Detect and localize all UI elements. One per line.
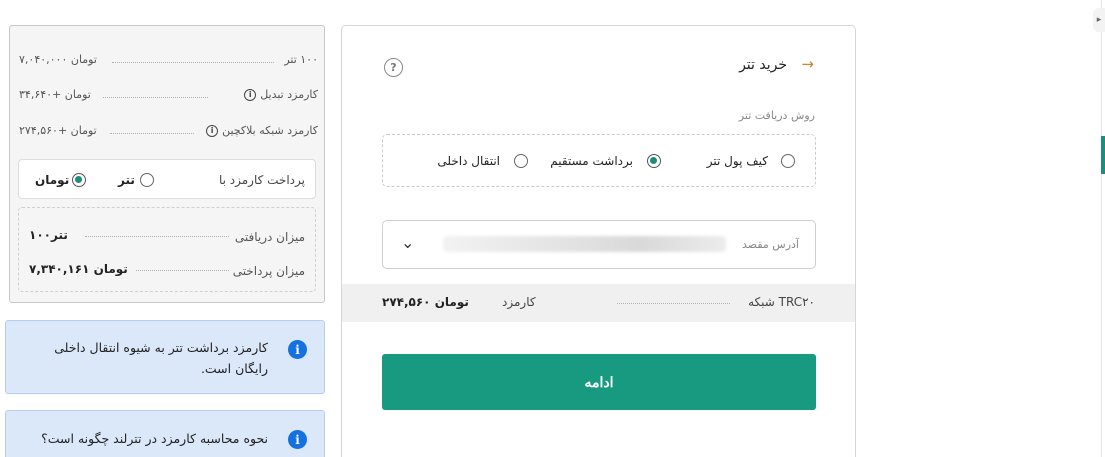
payment-value: ۷,۳۴۰,۱۶۱ تومان	[29, 262, 128, 276]
method-direct-withdraw-label[interactable]: برداشت مستقیم	[550, 154, 633, 168]
method-internal-transfer-label[interactable]: انتقال داخلی	[437, 154, 500, 168]
receive-method-selector: کیف پول تتر برداشت مستقیم انتقال داخلی	[382, 134, 816, 187]
dotted-leader	[136, 270, 229, 271]
payment-label: میزان پرداختی	[232, 264, 305, 278]
dotted-leader	[110, 133, 194, 134]
fee-option-toman-label[interactable]: تومان	[35, 173, 69, 187]
received-label: میزان دریافتی	[234, 230, 305, 244]
summary-row-value: ۳۴,۶۴۰+ تومان	[19, 88, 91, 101]
network-fee-label: کارمزد	[502, 295, 536, 309]
destination-address-select[interactable]: آدرس مقصد ⌄	[382, 220, 816, 269]
fee-option-toman-radio[interactable]	[72, 173, 86, 187]
fee-option-tether-label[interactable]: تتر	[118, 173, 135, 187]
dotted-leader	[103, 97, 208, 98]
summary-row-label-wrap: کارمزد شبکه بلاکچین i	[206, 124, 318, 137]
network-fee-value: ۲۷۴,۵۶۰ تومان	[382, 295, 469, 309]
fee-calculation-info-box[interactable]: i نحوه محاسبه کارمزد در تترلند چگونه است…	[5, 410, 325, 457]
fee-option-tether-radio[interactable]	[140, 173, 154, 187]
method-internal-transfer-radio[interactable]	[514, 154, 528, 168]
chevron-down-icon[interactable]: ⌄	[401, 233, 414, 252]
summary-row-value: ۲۷۴,۵۶۰+ تومان	[19, 124, 97, 137]
summary-row-label-wrap: کارمزد تبدیل i	[244, 88, 318, 101]
summary-row-label: کارمزد شبکه بلاکچین	[222, 124, 318, 137]
summary-row-network-fee: کارمزد شبکه بلاکچین i ۲۷۴,۵۶۰+ تومان	[10, 122, 326, 142]
summary-row-conversion-fee: کارمزد تبدیل i ۳۴,۶۴۰+ تومان	[10, 86, 326, 106]
method-direct-withdraw-radio[interactable]	[647, 154, 661, 168]
free-transfer-info-box: i کارمزد برداشت تتر به شیوه انتقال داخلی…	[5, 320, 325, 394]
active-indicator	[1101, 136, 1105, 174]
fee-payment-selector: پرداخت کارمزد با تتر تومان	[18, 159, 316, 199]
receive-method-title: روش دریافت تتر	[738, 109, 815, 122]
summary-panel: ۱۰۰ تتر ۷,۰۴۰,۰۰۰ تومان کارمزد تبدیل i ۳…	[9, 25, 325, 303]
dotted-leader	[85, 236, 229, 237]
totals-box: میزان دریافتی ۱۰۰تتر میزان پرداختی ۷,۳۴۰…	[18, 207, 316, 292]
info-icon: i	[288, 430, 307, 449]
destination-address-placeholder: آدرس مقصد	[742, 238, 799, 251]
summary-row-value: ۷,۰۴۰,۰۰۰ تومان	[19, 53, 97, 66]
received-value: ۱۰۰تتر	[29, 228, 68, 242]
collapse-chevron-icon[interactable]: ▸	[1093, 8, 1105, 32]
fee-payment-label: پرداخت کارمزد با	[218, 173, 305, 187]
dotted-leader	[112, 62, 274, 63]
method-wallet-label[interactable]: کیف پول تتر	[707, 154, 768, 168]
summary-row-label: ۱۰۰ تتر	[284, 53, 318, 66]
continue-button[interactable]: ادامه	[382, 354, 816, 410]
info-text: کارمزد برداشت تتر به شیوه انتقال داخلی ر…	[54, 340, 268, 376]
info-link-text[interactable]: نحوه محاسبه کارمزد در تترلند چگونه است؟	[28, 428, 268, 449]
dotted-leader	[617, 303, 730, 304]
network-fee-bar: شبکه TRC۲۰ کارمزد ۲۷۴,۵۶۰ تومان	[342, 284, 855, 322]
sidebar-divider	[1101, 0, 1102, 457]
back-arrow-icon[interactable]: →	[801, 55, 814, 73]
method-wallet-radio[interactable]	[781, 154, 795, 168]
page-title: خرید تتر	[739, 57, 787, 73]
redacted-address	[443, 236, 726, 252]
help-icon[interactable]: ?	[384, 58, 403, 77]
buy-tether-card: → خرید تتر ? روش دریافت تتر کیف پول تتر …	[341, 25, 856, 457]
info-icon: i	[288, 340, 307, 359]
summary-row-label: کارمزد تبدیل	[260, 88, 318, 101]
info-icon[interactable]: i	[206, 124, 219, 137]
summary-row-amount: ۱۰۰ تتر ۷,۰۴۰,۰۰۰ تومان	[10, 51, 326, 71]
info-icon[interactable]: i	[244, 88, 257, 101]
network-name: شبکه TRC۲۰	[748, 295, 815, 309]
